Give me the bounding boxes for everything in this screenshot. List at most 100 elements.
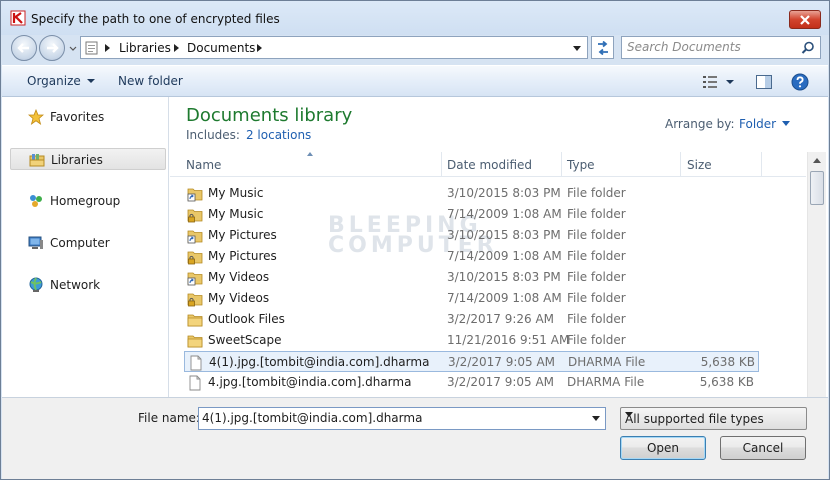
details-view-icon	[703, 76, 717, 88]
file-name: SweetScape	[208, 333, 282, 347]
file-type: File folder	[567, 186, 626, 200]
arrow-left-icon	[17, 43, 29, 53]
file-name: My Pictures	[208, 249, 277, 263]
sidebar-item-libraries[interactable]: Libraries	[10, 148, 166, 170]
breadcrumb-arrow-icon[interactable]	[174, 44, 179, 52]
sidebar-item-label: Computer	[50, 236, 110, 250]
file-row-selected[interactable]: 4(1).jpg.[tombit@india.com].dharma 3/2/2…	[184, 351, 759, 372]
file-row[interactable]: Outlook Files 3/2/2017 9:26 AM File fold…	[184, 309, 759, 330]
search-box[interactable]	[621, 36, 821, 59]
breadcrumb-documents[interactable]: Documents	[187, 41, 255, 55]
folder-icon	[187, 314, 203, 327]
breadcrumb-arrow-icon[interactable]	[257, 44, 262, 52]
close-button[interactable]	[789, 10, 821, 29]
file-row[interactable]: My Music 7/14/2009 1:08 AM File folder	[184, 204, 759, 225]
file-name-dropdown-icon[interactable]	[592, 416, 600, 421]
help-icon	[791, 73, 809, 91]
refresh-button[interactable]	[591, 36, 614, 59]
file-date: 3/10/2015 8:03 PM	[447, 270, 561, 284]
column-divider[interactable]	[680, 152, 681, 177]
file-name: My Pictures	[208, 228, 277, 242]
file-date: 3/10/2015 8:03 PM	[447, 186, 561, 200]
search-input[interactable]	[627, 40, 797, 54]
file-type: File folder	[567, 207, 626, 221]
sidebar-item-label: Homegroup	[50, 194, 121, 208]
sidebar-item-favorites[interactable]: Favorites	[10, 106, 166, 128]
navigation-pane: Favorites Libraries Homegroup Computer N…	[2, 97, 169, 397]
file-name: Outlook Files	[208, 312, 285, 326]
address-dropdown-icon[interactable]	[573, 46, 581, 51]
file-date: 7/14/2009 1:08 AM	[447, 249, 562, 263]
arrow-right-icon	[47, 43, 59, 53]
homegroup-icon	[30, 195, 42, 207]
arrange-by-label: Arrange by:	[665, 117, 735, 131]
column-divider[interactable]	[561, 152, 562, 177]
address-bar[interactable]: Libraries Documents	[80, 36, 588, 59]
file-name-label: File name:	[138, 411, 200, 425]
file-name: My Videos	[208, 291, 270, 305]
file-name-combobox[interactable]	[198, 407, 606, 430]
column-date-modified[interactable]: Date modified	[447, 152, 561, 177]
file-row[interactable]: My Videos 7/14/2009 1:08 AM File folder	[184, 288, 759, 309]
column-header-row: Name Date modified Type Size	[170, 152, 806, 177]
locations-link[interactable]: 2 locations	[246, 128, 311, 142]
library-title: Documents library	[186, 105, 353, 126]
file-type-value: All supported file types	[625, 412, 764, 426]
new-folder-button[interactable]: New folder	[118, 74, 183, 88]
file-name: 4(1).jpg.[tombit@india.com].dharma	[209, 355, 430, 369]
arrange-by-dropdown[interactable]: Folder	[739, 117, 791, 131]
cancel-button[interactable]: Cancel	[720, 436, 806, 460]
view-dropdown-icon[interactable]	[726, 80, 734, 84]
file-date: 3/2/2017 9:05 AM	[448, 355, 556, 369]
kaspersky-icon	[10, 10, 26, 26]
file-row[interactable]: My Pictures 7/14/2009 1:08 AM File folde…	[184, 246, 759, 267]
recent-pages-dropdown-icon[interactable]	[68, 43, 78, 53]
file-icon	[189, 375, 201, 391]
file-row[interactable]: My Videos 3/10/2015 8:03 PM File folder	[184, 267, 759, 288]
file-row[interactable]: 4.jpg.[tombit@india.com].dharma 3/2/2017…	[184, 372, 759, 393]
file-row[interactable]: SweetScape 11/21/2016 9:51 AM File folde…	[184, 330, 759, 351]
file-name-input[interactable]	[202, 411, 582, 425]
file-type: File folder	[567, 312, 626, 326]
preview-pane-icon	[756, 75, 772, 89]
shortcut-folder-icon	[187, 272, 203, 286]
column-size[interactable]: Size	[687, 152, 761, 177]
file-type-select[interactable]: All supported file types	[620, 407, 807, 430]
shortcut-folder-icon	[187, 188, 203, 202]
chevron-down-icon	[625, 412, 633, 417]
vertical-scrollbar[interactable]	[807, 152, 826, 397]
chevron-down-icon	[782, 121, 791, 126]
help-button[interactable]	[790, 72, 810, 92]
sidebar-item-homegroup[interactable]: Homegroup	[10, 190, 166, 212]
view-options-button[interactable]	[700, 72, 720, 92]
sidebar-item-network[interactable]: Network	[10, 274, 166, 296]
search-icon[interactable]	[801, 41, 815, 55]
preview-pane-button[interactable]	[754, 72, 774, 92]
organize-label: Organize	[27, 74, 81, 88]
breadcrumb-arrow-icon[interactable]	[105, 44, 110, 52]
libraries-icon	[29, 154, 45, 167]
file-name-panel: File name: All supported file types Open…	[2, 397, 828, 479]
file-list-pane: Documents library Includes: 2 locations A…	[170, 97, 828, 397]
scroll-up-button[interactable]	[808, 152, 826, 169]
column-type[interactable]: Type	[567, 152, 681, 177]
file-row[interactable]: My Music 3/10/2015 8:03 PM File folder	[184, 183, 759, 204]
file-type: File folder	[567, 270, 626, 284]
arrange-by-value: Folder	[739, 117, 777, 131]
sidebar-item-label: Network	[50, 278, 101, 292]
scrollbar-thumb[interactable]	[810, 171, 824, 205]
column-divider[interactable]	[441, 152, 442, 177]
column-name[interactable]: Name	[186, 152, 440, 177]
back-button[interactable]	[11, 35, 37, 61]
open-button[interactable]: Open	[620, 436, 706, 460]
command-bar: Organize New folder	[2, 65, 828, 97]
sidebar-item-computer[interactable]: Computer	[10, 232, 166, 254]
network-icon	[29, 277, 43, 292]
file-type: File folder	[567, 228, 626, 242]
address-row: Libraries Documents	[1, 35, 829, 61]
organize-menu[interactable]: Organize	[27, 74, 95, 88]
file-row[interactable]: My Pictures 3/10/2015 8:03 PM File folde…	[184, 225, 759, 246]
breadcrumb-libraries[interactable]: Libraries	[119, 41, 171, 55]
column-divider[interactable]	[761, 152, 762, 177]
forward-button[interactable]	[39, 35, 65, 61]
